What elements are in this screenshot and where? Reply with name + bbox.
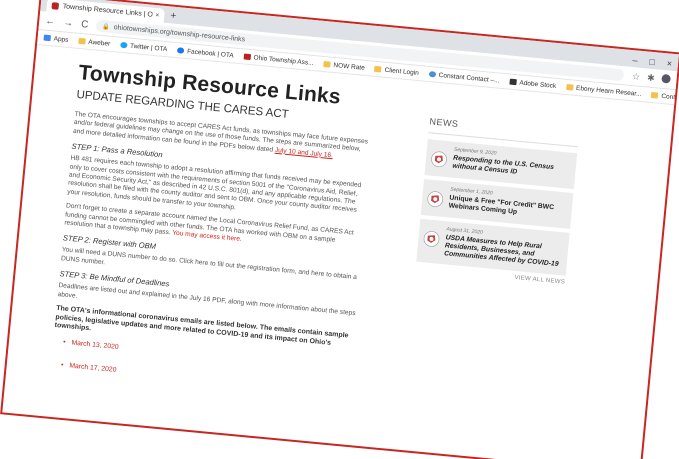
profile-avatar[interactable] [661,73,672,84]
tw-icon [119,41,128,49]
extensions-icon[interactable]: ✱ [647,72,655,84]
tab-close-icon[interactable]: × [155,11,160,18]
news-sidebar: NEWS September 9, 2020 Responding to the … [415,116,580,285]
bookmark-label: Aweber [88,38,111,48]
bookmark-label: Contract Research [661,92,676,104]
forward-icon[interactable]: → [63,17,74,29]
bookmark-label: Facebook | OTA [186,47,235,59]
maximize-icon[interactable]: □ [649,55,656,69]
folder-icon [78,37,86,45]
news-item-body: September 1, 2020 Unique & Free "For Cred… [448,186,568,223]
bookmark-item[interactable]: Facebook | OTA [176,47,235,59]
folder-icon [374,65,382,73]
news-item-body: September 9, 2020 Responding to the U.S. … [452,147,572,184]
bookmark-item[interactable]: Apps [43,34,69,44]
news-item-body: August 31, 2020 USDA Measures to Help Rur… [444,226,565,270]
page-content: Township Resource Links UPDATE REGARDING… [2,45,674,459]
bookmark-item[interactable]: NOW Rate [323,61,366,72]
bookmark-label: Ohio Township Ass... [253,53,314,67]
bookmark-star-icon[interactable]: ☆ [632,71,641,83]
close-window-icon[interactable]: × [666,56,673,70]
bookmark-item[interactable]: Twitter | OTA [119,41,168,53]
globe-icon [428,70,437,78]
bookmark-label: Client Login [384,66,420,77]
bookmark-label: Apps [53,35,69,44]
back-icon[interactable]: ← [45,15,56,27]
bookmark-label: Constant Contact –... [438,71,500,85]
bookmark-item[interactable]: Adobe Stock [509,78,556,89]
ota-seal-icon [427,191,444,207]
extension-icons: ☆ ✱ [632,71,672,86]
bookmark-label: Adobe Stock [519,79,557,90]
dark-icon [509,78,517,86]
ota-seal-icon [431,151,447,168]
news-list: September 9, 2020 Responding to the U.S. … [416,139,578,276]
bookmark-label: Twitter | OTA [129,42,168,53]
minimize-icon[interactable]: – [632,53,638,67]
grid-icon [43,34,51,42]
folder-icon [323,61,331,68]
browser-window: Township Resource Links | Ohi... × + – □… [0,0,679,459]
red-icon [243,53,251,61]
bookmark-item[interactable]: Aweber [78,37,111,48]
ota-favicon-icon [51,1,60,10]
main-column: Township Resource Links UPDATE REGARDING… [49,61,378,412]
new-tab-button[interactable]: + [170,9,177,23]
bookmark-item[interactable]: Client Login [374,65,419,76]
screenshot-stage: Township Resource Links | Ohi... × + – □… [0,0,679,459]
bookmark-label: NOW Rate [333,61,366,72]
ota-seal-icon [423,231,440,247]
folder-icon [565,83,574,91]
folder-icon [651,92,659,99]
reload-icon[interactable]: C [81,19,89,31]
fb-icon [176,47,185,54]
bookmark-label: Ebony Hearn Resear... [575,84,642,98]
lock-icon: 🔒 [101,23,110,31]
